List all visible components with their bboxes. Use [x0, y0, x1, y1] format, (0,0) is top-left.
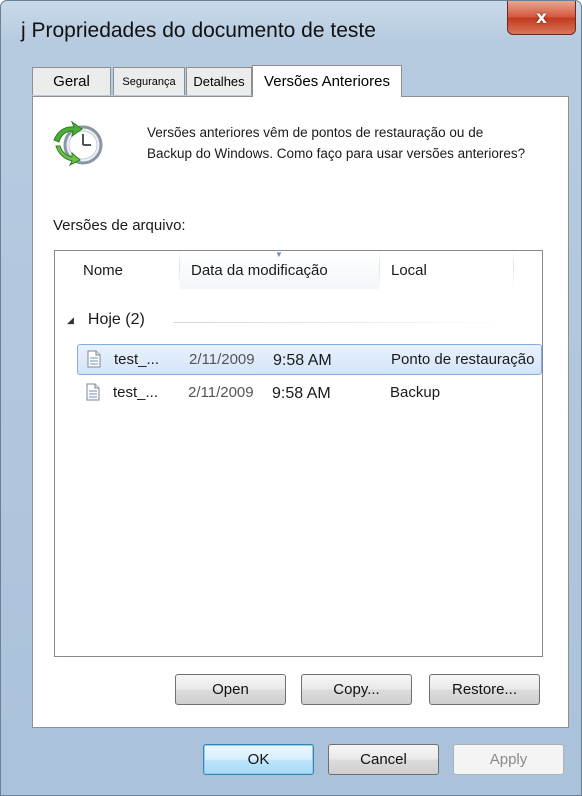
tab-detalhes[interactable]: Detalhes: [186, 67, 252, 95]
row-name: test_...: [114, 351, 160, 368]
ok-button[interactable]: OK: [203, 744, 314, 775]
file-versions-label: Versões de arquivo:: [53, 217, 186, 234]
tab-geral[interactable]: Geral: [32, 67, 111, 95]
collapse-triangle-icon[interactable]: ◢: [67, 315, 74, 326]
copy-button[interactable]: Copy...: [301, 674, 412, 705]
row-time: 9:58 AM: [273, 352, 332, 369]
window-title: j Propriedades do documento de teste: [21, 19, 376, 42]
row-time: 9:58 AM: [272, 385, 331, 402]
row-name: test_...: [113, 384, 159, 401]
column-header-data-modificacao[interactable]: Data da modificação: [191, 251, 328, 289]
document-icon: [86, 383, 100, 401]
cancel-button[interactable]: Cancel: [328, 744, 439, 775]
column-divider[interactable]: [513, 251, 514, 289]
description-text: Versões anteriores vêm de pontos de rest…: [147, 122, 577, 164]
group-label: Hoje (2): [87, 311, 145, 328]
apply-button[interactable]: Apply: [453, 744, 564, 775]
tab-versoes-anteriores[interactable]: Versões Anteriores: [252, 65, 402, 97]
list-item[interactable]: test_... 2/11/2009 9:58 AM Backup: [77, 378, 542, 409]
description-line-1: Versões anteriores vêm de pontos de rest…: [147, 125, 484, 140]
tab-seguranca[interactable]: Segurança: [113, 67, 185, 95]
row-location: Ponto de restauração: [391, 351, 535, 368]
document-icon: [87, 350, 101, 368]
column-header-local[interactable]: Local: [391, 251, 427, 289]
description-line-2: Backup do Windows. Como faço para usar v…: [147, 146, 526, 161]
restore-clock-icon: [53, 120, 103, 167]
column-divider[interactable]: [179, 251, 180, 289]
close-icon: x: [536, 7, 547, 28]
row-location: Backup: [390, 384, 441, 401]
column-header-nome[interactable]: Nome: [83, 251, 123, 289]
row-date: 2/11/2009: [189, 351, 255, 368]
close-button[interactable]: x: [507, 1, 576, 35]
column-divider[interactable]: [379, 251, 380, 289]
properties-window: j Propriedades do documento de teste x G…: [0, 0, 582, 796]
open-button[interactable]: Open: [175, 674, 286, 705]
group-header-hoje[interactable]: ◢ Hoje (2): [67, 311, 145, 329]
restore-button[interactable]: Restore...: [429, 674, 540, 705]
file-versions-list[interactable]: ▼ Nome Data da modificação Local ◢ Hoje …: [54, 250, 543, 657]
group-divider: [173, 322, 513, 323]
list-item[interactable]: test_... 2/11/2009 9:58 AM Ponto de rest…: [77, 344, 542, 375]
row-date: 2/11/2009: [188, 384, 254, 401]
